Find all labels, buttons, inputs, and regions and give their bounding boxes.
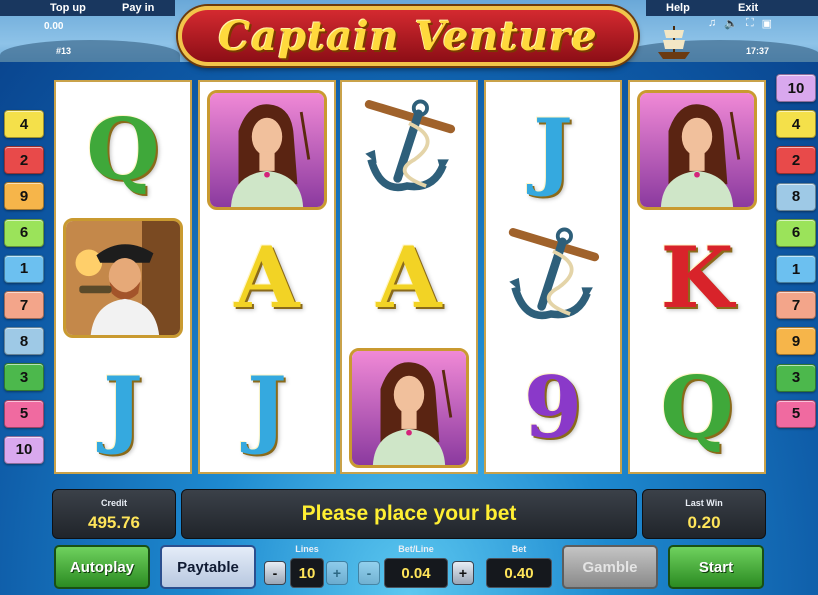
lady-icon: [207, 90, 327, 210]
anchor-icon: [352, 91, 466, 210]
fullscreen-icon[interactable]: ⛶: [746, 17, 754, 30]
lady-icon: [637, 90, 757, 210]
bet-line-minus-button[interactable]: -: [358, 561, 380, 585]
exit-button[interactable]: Exit: [738, 2, 758, 14]
sound-icon[interactable]: 🔈: [724, 17, 738, 30]
payline-left-1[interactable]: 1: [4, 254, 44, 283]
ship-icon: [658, 26, 690, 59]
symbol-anchor-icon: [342, 86, 476, 214]
help-button[interactable]: Help: [666, 2, 690, 14]
lines-label: Lines: [295, 544, 319, 554]
symbol-j: J: [200, 344, 334, 472]
symbol-captain-icon: [56, 214, 190, 342]
top-bar-right: Help Exit: [646, 0, 818, 16]
gamble-button[interactable]: Gamble: [562, 545, 658, 589]
reel-5: KQ: [628, 80, 766, 474]
game-logo: Captain Venture: [178, 6, 638, 66]
message-panel: Please place your bet: [181, 489, 637, 539]
symbol-letter: 9: [523, 358, 583, 457]
balance-readout: 0.00: [44, 21, 64, 32]
payline-right-10[interactable]: 10: [776, 74, 816, 102]
symbol-letter: A: [376, 228, 442, 327]
captain-icon: [63, 218, 183, 338]
lines-minus-button[interactable]: -: [264, 561, 286, 585]
payline-left-7[interactable]: 7: [4, 291, 44, 319]
symbol-letter: Q: [660, 358, 734, 457]
settings-icons: ♫ 🔈 ⛶ ▣: [708, 17, 772, 30]
payline-left-4[interactable]: 4: [4, 110, 44, 138]
payline-right-5[interactable]: 5: [776, 399, 816, 428]
bet-value: 0.40: [486, 558, 552, 588]
payline-left-6[interactable]: 6: [4, 218, 44, 247]
clock: 17:37: [746, 46, 770, 56]
grid-icon[interactable]: ▣: [762, 17, 772, 30]
payline-right-8[interactable]: 8: [776, 182, 816, 211]
symbol-j: J: [56, 344, 190, 472]
last-win-label: Last Win: [685, 498, 723, 508]
payline-right-1[interactable]: 1: [776, 255, 816, 283]
bet-control: Bet 0.40: [484, 544, 554, 592]
music-icon[interactable]: ♫: [708, 17, 716, 30]
anchor-icon: [496, 219, 610, 338]
payline-right-3[interactable]: 3: [776, 363, 816, 392]
reel-2: AJ: [198, 80, 336, 474]
symbol-j: J: [486, 86, 620, 214]
pay-in-button[interactable]: Pay in: [122, 2, 154, 14]
top-up-button[interactable]: Top up: [50, 2, 86, 14]
autoplay-button[interactable]: Autoplay: [54, 545, 150, 589]
status-message: Please place your bet: [301, 502, 517, 525]
payline-left-9[interactable]: 9: [4, 182, 44, 211]
symbol-letter: K: [660, 228, 734, 327]
payline-left-5[interactable]: 5: [4, 399, 44, 428]
symbol-lady-icon: [342, 344, 476, 472]
bet-line-label: Bet/Line: [398, 544, 434, 554]
top-bar-left: Top up Pay in: [0, 0, 175, 16]
symbol-a: A: [342, 214, 476, 342]
payline-right-9[interactable]: 9: [776, 327, 816, 356]
symbol-letter: J: [103, 358, 143, 457]
lines-value: 10: [290, 558, 324, 588]
symbol-lady-icon: [200, 86, 334, 214]
last-win-panel: Last Win 0.20: [642, 489, 766, 539]
symbol-letter: J: [247, 358, 287, 457]
reel-3: A: [340, 80, 478, 474]
bet-line-control: Bet/Line - 0.04 +: [356, 544, 476, 592]
symbol-letter: A: [234, 228, 300, 327]
payline-left-8[interactable]: 8: [4, 327, 44, 356]
symbol-letter: J: [533, 100, 573, 199]
symbol-anchor-icon: [486, 214, 620, 342]
lines-plus-button[interactable]: +: [326, 561, 348, 585]
reel-4: J9: [484, 80, 622, 474]
payline-left-3[interactable]: 3: [4, 363, 44, 392]
payline-left-2[interactable]: 2: [4, 146, 44, 175]
game-title: Captain Venture: [218, 12, 598, 60]
bet-label: Bet: [511, 544, 527, 554]
session-id: #13: [56, 46, 72, 56]
payline-right-7[interactable]: 7: [776, 291, 816, 320]
symbol-k: K: [630, 214, 764, 342]
reel-1: QJ: [54, 80, 192, 474]
payline-right-2[interactable]: 2: [776, 146, 816, 175]
credit-label: Credit: [100, 498, 127, 508]
symbol-lady-icon: [630, 86, 764, 214]
payline-right-6[interactable]: 6: [776, 218, 816, 247]
credit-value: 495.76: [88, 513, 140, 532]
symbol-q: Q: [630, 344, 764, 472]
symbol-q: Q: [56, 86, 190, 214]
paytable-button[interactable]: Paytable: [160, 545, 256, 589]
lines-control: Lines - 10 +: [262, 544, 352, 592]
bet-line-plus-button[interactable]: +: [452, 561, 474, 585]
symbol-9: 9: [486, 344, 620, 472]
last-win-value: 0.20: [687, 513, 721, 532]
bet-line-value: 0.04: [384, 558, 448, 588]
payline-left-10[interactable]: 10: [4, 435, 44, 464]
start-button[interactable]: Start: [668, 545, 764, 589]
payline-right-4[interactable]: 4: [776, 110, 816, 139]
credit-panel: Credit 495.76: [52, 489, 176, 539]
symbol-letter: Q: [86, 100, 160, 199]
lady-icon: [349, 348, 469, 468]
symbol-a: A: [200, 214, 334, 342]
